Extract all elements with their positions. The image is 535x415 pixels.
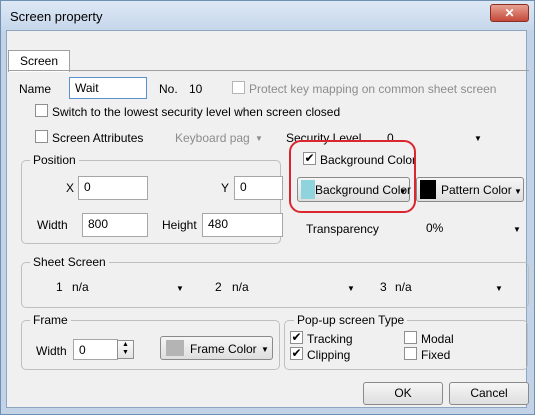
sheet-slot-2-dropdown-icon: ▼: [347, 284, 355, 293]
protect-key-mapping-checkbox[interactable]: [232, 81, 245, 94]
tracking-label: Tracking: [307, 332, 353, 346]
height-field[interactable]: 480: [202, 213, 283, 237]
name-field[interactable]: Wait: [69, 77, 147, 99]
sheet-slot-3-dropdown-icon: ▼: [495, 284, 503, 293]
sheet-slot-1-number: 1: [56, 280, 63, 294]
transparency-label: Transparency: [306, 222, 379, 236]
frame-width-label: Width: [36, 344, 67, 358]
clipping-checkbox[interactable]: ✔: [290, 347, 303, 360]
sheet-slot-1-value: n/a: [72, 280, 89, 294]
height-label: Height: [162, 218, 197, 232]
width-label: Width: [37, 218, 68, 232]
transparency-dropdown-icon: ▼: [513, 225, 521, 234]
sheet-slot-2-number: 2: [215, 280, 222, 294]
window-title: Screen property: [10, 9, 103, 24]
frame-color-button[interactable]: Frame Color ▼: [160, 336, 273, 360]
fixed-checkbox[interactable]: [404, 347, 417, 360]
modal-label: Modal: [421, 332, 454, 346]
sheet-slot-1-dropdown-icon: ▼: [176, 284, 184, 293]
y-field[interactable]: 0: [234, 176, 283, 200]
transparency-value: 0%: [426, 221, 444, 235]
security-dropdown-icon: ▼: [474, 134, 482, 143]
highlight-circle: [289, 140, 416, 213]
protect-key-mapping-label: Protect key mapping on common sheet scre…: [249, 82, 497, 96]
ok-button[interactable]: OK: [363, 382, 443, 405]
switch-security-checkbox[interactable]: [35, 104, 48, 117]
position-group-title: Position: [30, 153, 79, 167]
transparency-select[interactable]: 0% ▼: [421, 218, 526, 238]
keyboard-page-value: Keyboard pag: [175, 131, 250, 145]
y-label: Y: [221, 181, 230, 195]
frame-group-title: Frame: [30, 313, 71, 327]
pattern-color-dropdown-icon: ▼: [514, 187, 522, 196]
no-label: No.: [159, 82, 178, 96]
switch-security-label: Switch to the lowest security level when…: [52, 105, 341, 119]
frame-color-dropdown-icon: ▼: [261, 345, 269, 354]
frame-width-spinner[interactable]: ▲ ▼: [117, 340, 134, 359]
pattern-color-button[interactable]: Pattern Color ▼: [416, 177, 524, 202]
sheet-slot-3-select[interactable]: n/a ▼: [392, 277, 512, 297]
close-button[interactable]: ✕: [490, 4, 529, 22]
frame-color-button-label: Frame Color: [190, 342, 257, 356]
screen-number-value: 10: [189, 82, 203, 96]
tracking-checkbox[interactable]: ✔: [290, 331, 303, 344]
tab-screen[interactable]: Screen: [8, 50, 70, 72]
frame-width-field[interactable]: 0: [73, 339, 118, 360]
x-label: X: [66, 181, 75, 195]
sheet-slot-3-number: 3: [380, 280, 387, 294]
screen-attributes-label: Screen Attributes: [52, 131, 144, 145]
clipping-label: Clipping: [307, 348, 351, 362]
spin-down-icon[interactable]: ▼: [118, 349, 133, 357]
keyboard-dropdown-icon: ▼: [255, 134, 263, 143]
sheet-screen-group-title: Sheet Screen: [30, 255, 109, 269]
name-label: Name: [19, 82, 52, 96]
title-bar[interactable]: Screen property ✕: [1, 1, 534, 31]
keyboard-page-select[interactable]: Keyboard pag ▼: [175, 128, 275, 148]
modal-checkbox[interactable]: [404, 331, 417, 344]
x-field[interactable]: 0: [78, 176, 148, 200]
width-field[interactable]: 800: [82, 213, 148, 237]
pattern-color-swatch: [420, 180, 436, 199]
pattern-color-button-label: Pattern Color: [441, 183, 512, 197]
spin-up-icon[interactable]: ▲: [118, 341, 133, 349]
popup-type-group-title: Pop-up screen Type: [294, 313, 408, 327]
cancel-button[interactable]: Cancel: [449, 382, 529, 405]
sheet-slot-2-value: n/a: [232, 280, 249, 294]
sheet-slot-3-value: n/a: [395, 280, 412, 294]
sheet-slot-1-select[interactable]: n/a ▼: [69, 277, 193, 297]
screen-attributes-checkbox[interactable]: [35, 130, 48, 143]
fixed-label: Fixed: [421, 348, 451, 362]
sheet-slot-2-select[interactable]: n/a ▼: [229, 277, 359, 297]
frame-color-swatch: [166, 340, 184, 356]
